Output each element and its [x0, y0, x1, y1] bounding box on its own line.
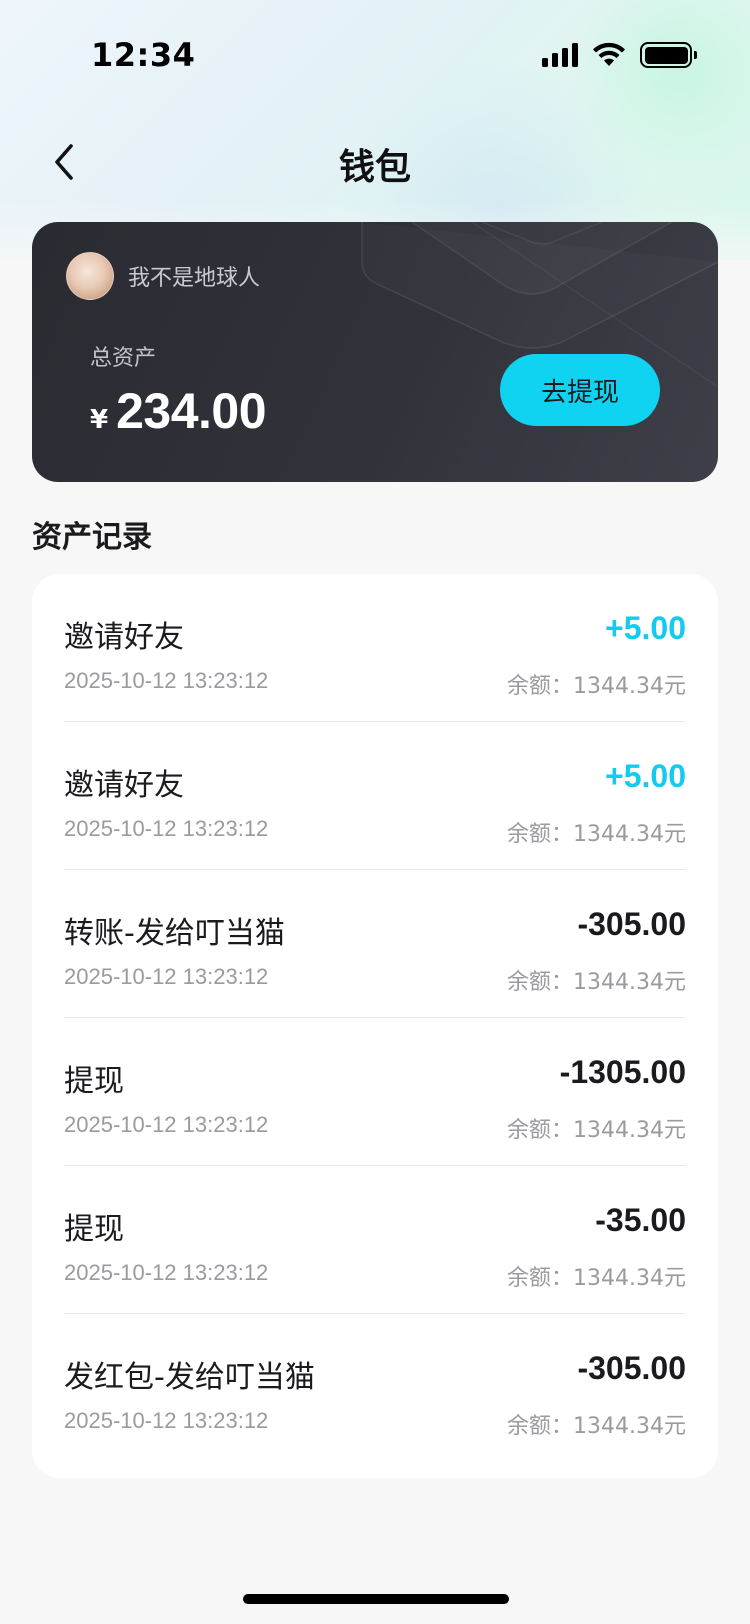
section-title: 资产记录	[32, 520, 152, 555]
home-indicator	[243, 1594, 509, 1604]
page-title: 钱包	[338, 147, 411, 188]
record-time: 2025-10-12 13:23:12	[64, 668, 269, 693]
list-item[interactable]: 提现 2025-10-12 13:23:12 -1305.00 余额：1344.…	[64, 1018, 686, 1166]
record-amount: +5.00	[605, 758, 686, 794]
avatar	[66, 252, 114, 300]
record-title: 邀请好友	[64, 620, 184, 655]
record-amount: +5.00	[605, 610, 686, 646]
battery-icon	[640, 42, 697, 68]
record-amount: -1305.00	[559, 1054, 686, 1090]
record-time: 2025-10-12 13:23:12	[64, 1260, 269, 1285]
withdraw-button[interactable]: 去提现	[500, 354, 660, 426]
record-time: 2025-10-12 13:23:12	[64, 1112, 269, 1137]
record-title: 提现	[64, 1064, 124, 1099]
status-icons	[542, 42, 697, 68]
record-balance: 余额：1344.34元	[507, 674, 686, 699]
card-user: 我不是地球人	[66, 252, 260, 300]
record-balance: 余额：1344.34元	[507, 1266, 686, 1291]
total-assets-label: 总资产	[90, 346, 157, 371]
currency-symbol: ¥	[90, 405, 109, 435]
record-balance: 余额：1344.34元	[507, 970, 686, 995]
records-list: 邀请好友 2025-10-12 13:23:12 +5.00 余额：1344.3…	[32, 574, 718, 1478]
total-assets-value: 234.00	[116, 383, 267, 439]
wallet-card: 我不是地球人 总资产 ¥ 234.00 去提现	[32, 222, 718, 482]
record-time: 2025-10-12 13:23:12	[64, 964, 269, 989]
list-item[interactable]: 提现 2025-10-12 13:23:12 -35.00 余额：1344.34…	[64, 1166, 686, 1314]
record-balance: 余额：1344.34元	[507, 1414, 686, 1439]
record-balance: 余额：1344.34元	[507, 1118, 686, 1143]
total-assets-amount: ¥ 234.00	[90, 382, 267, 440]
record-time: 2025-10-12 13:23:12	[64, 1408, 269, 1433]
record-title: 发红包-发给叮当猫	[64, 1360, 315, 1395]
record-title: 邀请好友	[64, 768, 184, 803]
list-item[interactable]: 转账-发给叮当猫 2025-10-12 13:23:12 -305.00 余额：…	[64, 870, 686, 1018]
status-time: 12:34	[91, 36, 196, 74]
list-item[interactable]: 发红包-发给叮当猫 2025-10-12 13:23:12 -305.00 余额…	[64, 1314, 686, 1462]
record-title: 转账-发给叮当猫	[64, 916, 285, 951]
record-amount: -305.00	[577, 1350, 686, 1386]
wifi-icon	[593, 42, 625, 66]
list-item[interactable]: 邀请好友 2025-10-12 13:23:12 +5.00 余额：1344.3…	[64, 574, 686, 722]
status-bar: 12:34	[0, 0, 750, 110]
nav-bar: 钱包	[0, 120, 750, 204]
signal-icon	[542, 43, 578, 67]
record-balance: 余额：1344.34元	[507, 822, 686, 847]
record-time: 2025-10-12 13:23:12	[64, 816, 269, 841]
record-amount: -305.00	[577, 906, 686, 942]
user-name: 我不是地球人	[128, 266, 261, 291]
record-title: 提现	[64, 1212, 124, 1247]
record-amount: -35.00	[595, 1202, 686, 1238]
list-item[interactable]: 邀请好友 2025-10-12 13:23:12 +5.00 余额：1344.3…	[64, 722, 686, 870]
